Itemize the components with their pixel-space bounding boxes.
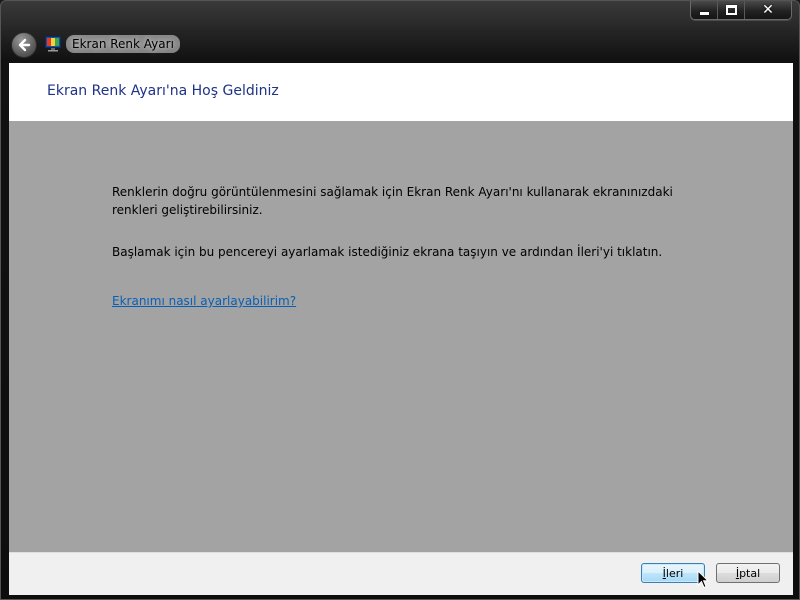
minimize-icon (699, 11, 709, 15)
cancel-button-label: ptal (739, 566, 761, 580)
instruction-paragraph: Başlamak için bu pencereyi ayarlamak ist… (112, 245, 663, 259)
intro-paragraph: Renklerin doğru görüntülenmesini sağlama… (112, 185, 673, 217)
header-band: Ekran Renk Ayarı'na Hoş Geldiniz (9, 63, 793, 121)
minimize-button[interactable] (691, 1, 718, 19)
window-frame: ✕ Ekran Renk Ayarı Ekran Renk Ayarı'na H… (0, 0, 800, 600)
next-button-label: leri (665, 566, 684, 580)
content-area: Renklerin doğru görüntülenmesini sağlama… (9, 121, 793, 552)
monitor-color-icon (45, 36, 61, 52)
footer-bar: İleri İptal (9, 552, 793, 595)
cancel-button[interactable]: İptal (716, 563, 780, 583)
window-title: Ekran Renk Ayarı (66, 35, 180, 53)
maximize-button[interactable] (718, 1, 745, 19)
close-icon: ✕ (762, 2, 774, 18)
next-button[interactable]: İleri (641, 563, 705, 583)
title-bar: Ekran Renk Ayarı (45, 35, 180, 53)
back-arrow-icon (18, 38, 31, 52)
help-link[interactable]: Ekranımı nasıl ayarlayabilirim? (112, 294, 296, 308)
maximize-icon (725, 5, 737, 15)
caption-buttons: ✕ (690, 1, 792, 20)
back-button[interactable] (11, 32, 37, 58)
page-title: Ekran Renk Ayarı'na Hoş Geldiniz (47, 83, 279, 99)
close-button[interactable]: ✕ (745, 1, 791, 19)
mouse-cursor-icon (697, 570, 709, 589)
